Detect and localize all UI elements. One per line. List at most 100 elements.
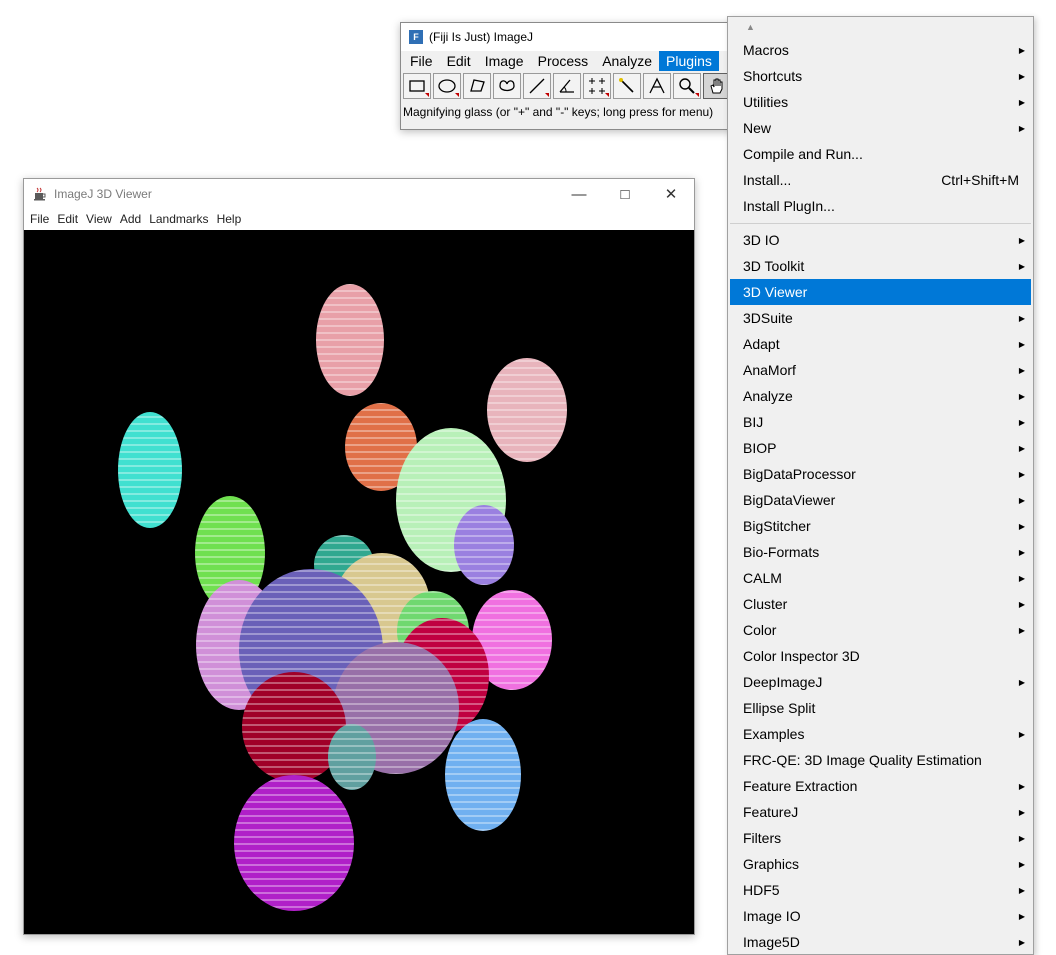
menu-item-3dsuite[interactable]: 3DSuite ▶ bbox=[728, 305, 1033, 331]
window-controls: — □ ✕ bbox=[556, 179, 694, 209]
menu-item-install[interactable]: Install... Ctrl+Shift+M bbox=[728, 167, 1033, 193]
fiji-menu-process[interactable]: Process bbox=[531, 51, 596, 71]
dropdown-indicator-icon bbox=[695, 93, 699, 97]
menu-item-shortcuts[interactable]: Shortcuts ▶ bbox=[728, 63, 1033, 89]
menu-item-examples[interactable]: Examples ▶ bbox=[728, 721, 1033, 747]
menu-item-anamorf[interactable]: AnaMorf ▶ bbox=[728, 357, 1033, 383]
oval-tool-button[interactable] bbox=[433, 73, 461, 99]
menu-item-graphics[interactable]: Graphics ▶ bbox=[728, 851, 1033, 877]
menu-item-deepimagej[interactable]: DeepImageJ ▶ bbox=[728, 669, 1033, 695]
menu-item-color-inspector-3d[interactable]: Color Inspector 3D bbox=[728, 643, 1033, 669]
menu-item-image5d[interactable]: Image5D ▶ bbox=[728, 929, 1033, 954]
text-tool-button[interactable] bbox=[643, 73, 671, 99]
magnifier-tool-button[interactable] bbox=[673, 73, 701, 99]
cell-blob bbox=[487, 358, 567, 462]
viewer-3d-canvas[interactable] bbox=[24, 230, 694, 934]
viewer-menu-landmarks[interactable]: Landmarks bbox=[145, 212, 212, 226]
menu-item-3d-viewer[interactable]: 3D Viewer bbox=[730, 279, 1031, 305]
viewer-menu-file[interactable]: File bbox=[26, 212, 53, 226]
scroll-up-arrow-icon[interactable]: ▲ bbox=[728, 17, 1033, 37]
menu-item-label: 3D Viewer bbox=[743, 284, 808, 300]
submenu-arrow-icon: ▶ bbox=[1018, 339, 1025, 349]
viewer-menu-add[interactable]: Add bbox=[116, 212, 145, 226]
menu-item-label: Analyze bbox=[743, 388, 793, 404]
menu-item-bio-formats[interactable]: Bio-Formats ▶ bbox=[728, 539, 1033, 565]
oval-tool-icon bbox=[438, 79, 456, 93]
polygon-tool-button[interactable] bbox=[463, 73, 491, 99]
menu-item-frc-qe-3d-image-quality-estimation[interactable]: FRC-QE: 3D Image Quality Estimation bbox=[728, 747, 1033, 773]
angle-tool-button[interactable] bbox=[553, 73, 581, 99]
menu-item-adapt[interactable]: Adapt ▶ bbox=[728, 331, 1033, 357]
menu-item-label: FeatureJ bbox=[743, 804, 799, 820]
menu-item-label: Shortcuts bbox=[743, 68, 803, 84]
close-icon[interactable]: ✕ bbox=[648, 179, 694, 209]
3d-render bbox=[118, 284, 567, 911]
dropdown-indicator-icon bbox=[545, 93, 549, 97]
menu-item-label: FRC-QE: 3D Image Quality Estimation bbox=[743, 752, 982, 768]
menu-item-label: BigDataViewer bbox=[743, 492, 836, 508]
menu-item-label: Color Inspector 3D bbox=[743, 648, 860, 664]
menu-item-macros[interactable]: Macros ▶ bbox=[728, 37, 1033, 63]
viewer-menu-bar: File Edit View Add Landmarks Help bbox=[24, 209, 694, 229]
submenu-arrow-icon: ▶ bbox=[1018, 391, 1025, 401]
submenu-arrow-icon: ▶ bbox=[1018, 911, 1025, 921]
wand-tool-button[interactable] bbox=[613, 73, 641, 99]
menu-item-color[interactable]: Color ▶ bbox=[728, 617, 1033, 643]
menu-item-label: 3D Toolkit bbox=[743, 258, 805, 274]
menu-item-shortcut: Ctrl+Shift+M bbox=[941, 172, 1019, 188]
menu-item-utilities[interactable]: Utilities ▶ bbox=[728, 89, 1033, 115]
fiji-menu-file[interactable]: File bbox=[403, 51, 440, 71]
menu-item-feature-extraction[interactable]: Feature Extraction ▶ bbox=[728, 773, 1033, 799]
menu-item-biop[interactable]: BIOP ▶ bbox=[728, 435, 1033, 461]
menu-item-3d-toolkit[interactable]: 3D Toolkit ▶ bbox=[728, 253, 1033, 279]
menu-item-calm[interactable]: CALM ▶ bbox=[728, 565, 1033, 591]
viewer-title-bar[interactable]: ImageJ 3D Viewer — □ ✕ bbox=[24, 179, 694, 209]
menu-item-label: Utilities bbox=[743, 94, 789, 110]
submenu-arrow-icon: ▶ bbox=[1018, 45, 1025, 55]
maximize-icon[interactable]: □ bbox=[602, 179, 648, 209]
fiji-menu-image[interactable]: Image bbox=[478, 51, 531, 71]
menu-item-hdf5[interactable]: HDF5 ▶ bbox=[728, 877, 1033, 903]
minimize-icon[interactable]: — bbox=[556, 179, 602, 209]
menu-item-bij[interactable]: BIJ ▶ bbox=[728, 409, 1033, 435]
hand-tool-icon bbox=[710, 78, 723, 94]
menu-item-bigdataviewer[interactable]: BigDataViewer ▶ bbox=[728, 487, 1033, 513]
menu-item-image-io[interactable]: Image IO ▶ bbox=[728, 903, 1033, 929]
viewer-menu-view[interactable]: View bbox=[82, 212, 116, 226]
fiji-menu-analyze[interactable]: Analyze bbox=[595, 51, 659, 71]
rectangle-tool-button[interactable] bbox=[403, 73, 431, 99]
menu-item-cluster[interactable]: Cluster ▶ bbox=[728, 591, 1033, 617]
text-tool-icon bbox=[649, 77, 665, 94]
freehand-tool-button[interactable] bbox=[493, 73, 521, 99]
menu-item-compile-and-run[interactable]: Compile and Run... bbox=[728, 141, 1033, 167]
menu-item-analyze[interactable]: Analyze ▶ bbox=[728, 383, 1033, 409]
line-tool-button[interactable] bbox=[523, 73, 551, 99]
fiji-app-icon: F bbox=[409, 30, 423, 44]
menu-item-bigstitcher[interactable]: BigStitcher ▶ bbox=[728, 513, 1033, 539]
fiji-title-bar[interactable]: F (Fiji Is Just) ImageJ bbox=[401, 23, 741, 51]
point-tool-button[interactable] bbox=[583, 73, 611, 99]
viewer-title: ImageJ 3D Viewer bbox=[54, 187, 152, 201]
menu-item-label: Color bbox=[743, 622, 777, 638]
fiji-menu-plugins[interactable]: Plugins bbox=[659, 51, 719, 71]
freehand-tool-icon bbox=[499, 80, 515, 92]
submenu-arrow-icon: ▶ bbox=[1018, 859, 1025, 869]
menu-item-filters[interactable]: Filters ▶ bbox=[728, 825, 1033, 851]
magnifier-tool-icon bbox=[679, 78, 695, 94]
cell-blob bbox=[316, 284, 384, 396]
menu-item-label: Install... bbox=[743, 172, 792, 188]
menu-item-ellipse-split[interactable]: Ellipse Split bbox=[728, 695, 1033, 721]
menu-item-install-plugin[interactable]: Install PlugIn... bbox=[728, 193, 1033, 219]
submenu-arrow-icon: ▶ bbox=[1018, 123, 1025, 133]
viewer-menu-help[interactable]: Help bbox=[213, 212, 246, 226]
menu-item-new[interactable]: New ▶ bbox=[728, 115, 1033, 141]
menu-item-bigdataprocessor[interactable]: BigDataProcessor ▶ bbox=[728, 461, 1033, 487]
viewer-menu-edit[interactable]: Edit bbox=[53, 212, 82, 226]
menu-item-featurej[interactable]: FeatureJ ▶ bbox=[728, 799, 1033, 825]
menu-item-label: Compile and Run... bbox=[743, 146, 863, 162]
submenu-arrow-icon: ▶ bbox=[1018, 599, 1025, 609]
submenu-arrow-icon: ▶ bbox=[1018, 495, 1025, 505]
menu-item-3d-io[interactable]: 3D IO ▶ bbox=[728, 227, 1033, 253]
fiji-menu-edit[interactable]: Edit bbox=[440, 51, 478, 71]
submenu-arrow-icon: ▶ bbox=[1018, 235, 1025, 245]
